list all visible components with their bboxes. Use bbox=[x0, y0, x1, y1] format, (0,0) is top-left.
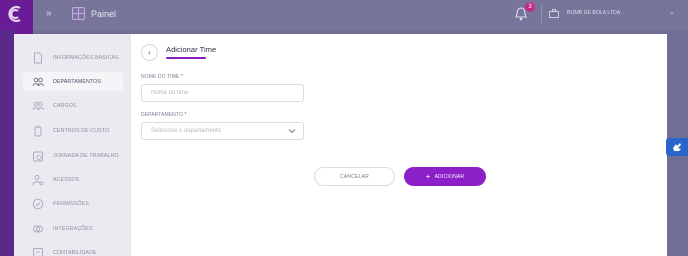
department-label: DEPARTAMENTO * bbox=[141, 112, 187, 118]
building-icon bbox=[549, 9, 559, 18]
top-bar: » Painel 3 BOMB DE BOLA LTDA. ⌄ bbox=[33, 0, 688, 30]
accessibility-button[interactable] bbox=[666, 138, 688, 156]
people-icon bbox=[32, 77, 44, 86]
title-underline bbox=[166, 57, 206, 59]
accounting-icon bbox=[33, 247, 43, 256]
company-selector[interactable]: BOMB DE BOLA LTDA. bbox=[567, 10, 622, 16]
nav-item-label: CONTABILIDADE bbox=[53, 249, 97, 256]
settings-nav: INFORMAÇÕES BÁSICAS DEPARTAMENTOS CARGOS… bbox=[14, 34, 131, 256]
nav-item-cargos[interactable]: CARGOS bbox=[23, 96, 123, 115]
nav-item-label: INTEGRAÇÕES bbox=[53, 225, 93, 232]
add-team-modal: INFORMAÇÕES BÁSICAS DEPARTAMENTOS CARGOS… bbox=[14, 34, 667, 256]
dashboard-icon bbox=[72, 7, 85, 20]
chevron-down-icon[interactable]: ⌄ bbox=[669, 8, 675, 16]
collapse-menu-icon[interactable]: » bbox=[46, 8, 52, 19]
sidebar-strip bbox=[0, 30, 14, 256]
logo-icon bbox=[8, 6, 21, 22]
add-button-label: ADICIONAR bbox=[434, 173, 465, 180]
nav-item-contabilidade[interactable]: CONTABILIDADE bbox=[23, 243, 123, 256]
nav-item-label: ACESSOS bbox=[53, 176, 80, 183]
nav-item-permissoes[interactable]: PERMISSÕES bbox=[23, 194, 123, 213]
wallet-icon bbox=[34, 125, 42, 136]
department-select-value: Selecione o departamento bbox=[151, 128, 222, 134]
group-icon bbox=[32, 101, 44, 110]
required-mark: * bbox=[184, 112, 187, 118]
nav-item-label: CENTROS DE CUSTO bbox=[53, 127, 110, 134]
team-name-label: NOME DO TIME * bbox=[141, 74, 183, 80]
calendar-icon bbox=[33, 151, 43, 161]
nav-item-informacoes-basicas[interactable]: INFORMAÇÕES BÁSICAS bbox=[23, 48, 123, 67]
add-button[interactable]: + ADICIONAR bbox=[404, 167, 486, 186]
sign-language-icon bbox=[673, 143, 681, 151]
document-icon bbox=[34, 52, 42, 63]
nav-item-label: INFORMAÇÕES BÁSICAS bbox=[53, 54, 119, 61]
nav-item-jornada-de-trabalho[interactable]: JORNADA DE TRABALHO bbox=[23, 146, 123, 165]
page-title: Painel bbox=[91, 9, 117, 19]
cancel-button[interactable]: CANCELAR bbox=[314, 167, 395, 186]
chevron-down-icon bbox=[288, 129, 296, 134]
nav-item-centros-de-custo[interactable]: CENTROS DE CUSTO bbox=[23, 121, 123, 140]
integration-icon bbox=[33, 225, 43, 232]
check-shield-icon bbox=[32, 198, 44, 209]
notification-badge: 3 bbox=[525, 2, 535, 12]
required-mark: * bbox=[180, 74, 183, 80]
user-access-icon bbox=[32, 174, 44, 185]
team-name-input[interactable] bbox=[141, 84, 304, 102]
nav-item-label: PERMISSÕES bbox=[53, 200, 90, 207]
nav-item-departamentos[interactable]: DEPARTAMENTOS bbox=[23, 72, 123, 91]
nav-item-label: CARGOS bbox=[53, 102, 77, 109]
divider bbox=[541, 5, 542, 23]
department-label-text: DEPARTAMENTO bbox=[141, 112, 183, 118]
back-button[interactable]: ‹ bbox=[141, 44, 158, 61]
nav-item-label: JORNADA DE TRABALHO bbox=[53, 152, 119, 159]
department-select[interactable]: Selecione o departamento bbox=[141, 122, 304, 140]
nav-item-integracoes[interactable]: INTEGRAÇÕES bbox=[23, 219, 123, 238]
nav-item-label: DEPARTAMENTOS bbox=[53, 78, 101, 85]
plus-icon: + bbox=[425, 171, 431, 181]
form-title: Adicionar Time bbox=[166, 45, 217, 54]
nav-item-acessos[interactable]: ACESSOS bbox=[23, 170, 123, 189]
team-name-label-text: NOME DO TIME bbox=[141, 74, 180, 80]
